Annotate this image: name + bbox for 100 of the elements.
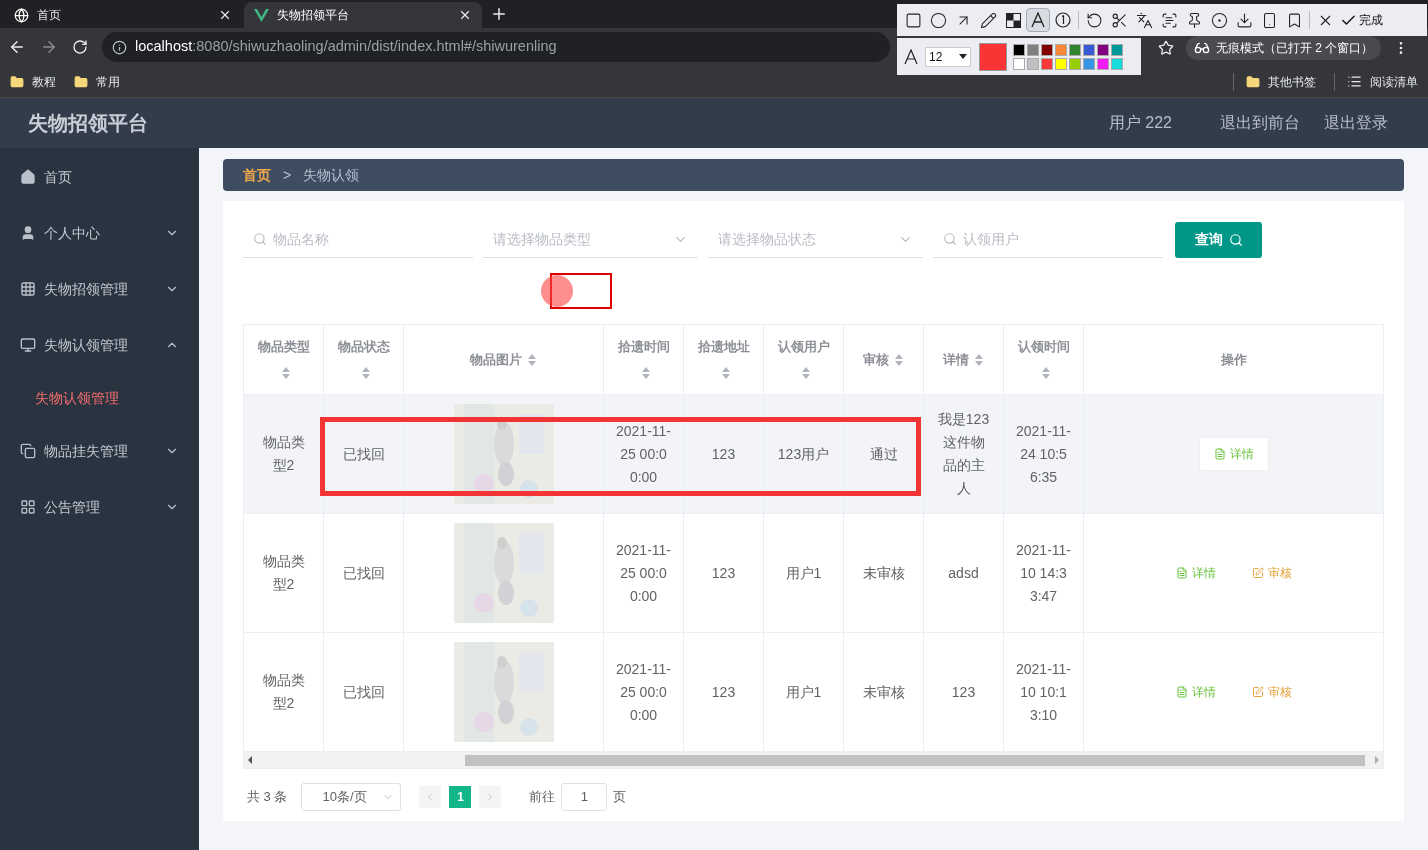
sidebar-subitem[interactable]: 失物认领管理	[0, 373, 199, 423]
query-button[interactable]: 查询	[1175, 221, 1262, 258]
document-icon	[1176, 567, 1188, 579]
close-icon[interactable]	[218, 8, 232, 22]
search-icon	[253, 232, 267, 246]
column-header[interactable]: 审核	[844, 325, 924, 394]
reading-list-button[interactable]: 阅读清单	[1334, 72, 1418, 91]
sort-icon[interactable]	[972, 353, 985, 368]
column-header: 操作	[1084, 325, 1383, 394]
table-cell-text: 用户1	[785, 682, 822, 702]
column-header[interactable]: 拾遗地址	[684, 325, 764, 394]
color-swatch[interactable]	[1069, 43, 1081, 56]
app-title: 失物招领平台	[28, 111, 148, 136]
sort-icon[interactable]	[892, 353, 905, 368]
cut-icon	[1110, 11, 1128, 29]
sort-icon[interactable]	[639, 366, 652, 381]
forward-icon[interactable]	[40, 38, 58, 56]
sort-icon[interactable]	[359, 366, 372, 381]
table-cell-text: 物品类型2	[261, 433, 306, 475]
column-header[interactable]: 认领时间	[1004, 325, 1084, 394]
folder-icon	[10, 74, 24, 89]
bookmark-item[interactable]: 教程	[10, 72, 56, 91]
sidebar-item[interactable]: 公告管理	[0, 479, 199, 535]
cursor-highlight	[541, 275, 573, 307]
color-swatch[interactable]	[1111, 43, 1123, 56]
column-header[interactable]: 物品状态	[324, 325, 404, 394]
color-swatch[interactable]	[1097, 57, 1109, 70]
sort-icon[interactable]	[279, 366, 292, 381]
page-size-select[interactable]: 10条/页	[301, 783, 402, 811]
browser-tab[interactable]: 失物招领平台	[244, 2, 482, 28]
bookmark-item[interactable]: 常用	[74, 72, 120, 91]
record-icon	[1210, 11, 1228, 29]
text-tool-icon	[1030, 12, 1046, 28]
color-swatch[interactable]	[1055, 43, 1067, 56]
table-cell-text: adsd	[948, 563, 979, 583]
close-icon[interactable]	[458, 8, 472, 22]
undo-icon	[1085, 11, 1103, 29]
pencil-icon	[979, 11, 997, 29]
color-swatch[interactable]	[1097, 43, 1109, 56]
scrollbar-thumb[interactable]	[465, 754, 1365, 766]
table-cell-text: 未审核	[862, 563, 905, 583]
address-bar[interactable]: localhost:8080/shiwuzhaoling/admin/dist/index.html#/shiwurenling	[102, 32, 890, 62]
color-swatch[interactable]	[1069, 57, 1081, 70]
breadcrumb-item[interactable]: 首页	[243, 164, 271, 186]
table-cell-text: 123用户	[777, 444, 830, 464]
table-cell-text: 2021-11-25 00:00:00	[616, 421, 671, 487]
column-header[interactable]: 物品类型	[244, 325, 324, 394]
table-cell-text: 物品类型2	[261, 671, 306, 713]
sidebar-item[interactable]: 失物认领管理	[0, 317, 199, 373]
header-link[interactable]: 退出到前台	[1220, 111, 1300, 135]
table-cell-text: 2021-11-24 10:56:35	[1016, 421, 1071, 487]
color-swatch[interactable]	[1083, 43, 1095, 56]
table-cell-text: 用户1	[785, 563, 822, 583]
color-swatch[interactable]	[1041, 57, 1053, 70]
column-header[interactable]: 物品图片	[404, 325, 604, 394]
column-header[interactable]: 详情	[924, 325, 1004, 394]
color-swatch[interactable]	[1055, 57, 1067, 70]
reload-icon[interactable]	[72, 39, 88, 55]
table-cell-text: 未审核	[862, 682, 905, 702]
table-cell-text: 123	[711, 444, 736, 464]
header-link[interactable]: 退出登录	[1324, 111, 1388, 135]
back-icon[interactable]	[8, 38, 26, 56]
sidebar-item[interactable]: 失物招领管理	[0, 261, 199, 317]
rect-icon	[904, 11, 922, 29]
circle-icon	[929, 11, 947, 29]
table-cell-text: 已找回	[342, 682, 385, 702]
sort-icon[interactable]	[1039, 366, 1052, 381]
font-size-select[interactable]: 12	[925, 46, 971, 67]
sidebar-item[interactable]: 物品挂失管理	[0, 423, 199, 479]
sort-icon[interactable]	[799, 366, 812, 381]
table-cell-text: 已找回	[342, 563, 385, 583]
color-swatch[interactable]	[1027, 43, 1039, 56]
user-name: 用户 222	[1108, 113, 1172, 133]
table-cell-text: 物品类型2	[261, 552, 306, 594]
color-swatch[interactable]	[1027, 57, 1039, 70]
horizontal-scrollbar[interactable]	[244, 752, 1383, 768]
text-tool-button[interactable]	[1026, 8, 1050, 32]
new-tab-icon[interactable]	[490, 5, 508, 23]
current-color-swatch[interactable]	[979, 42, 1007, 71]
color-swatch[interactable]	[1083, 57, 1095, 70]
column-header[interactable]: 认领用户	[764, 325, 844, 394]
edit-icon	[1252, 567, 1264, 579]
numbered-circle-icon	[1055, 12, 1071, 28]
star-icon[interactable]	[1158, 40, 1174, 56]
column-header[interactable]: 拾遗时间	[604, 325, 684, 394]
mosaic-icon	[1005, 12, 1021, 28]
table-row[interactable]: 物品类型2 已找回 2021-11-25 00:00:00 123 123用户 通过 我是123这件物品的主人 2021-11-24 10:56:35 详情	[244, 395, 1383, 514]
incognito-badge[interactable]: 无痕模式（已打开 2 个窗口）	[1186, 36, 1382, 60]
sidebar-item[interactable]: 首页	[0, 149, 199, 205]
done-button[interactable]: 完成	[1340, 11, 1383, 29]
color-swatch[interactable]	[1013, 43, 1025, 56]
sort-icon[interactable]	[525, 353, 538, 368]
goto-page-field[interactable]: 1	[561, 783, 608, 811]
color-swatch[interactable]	[1111, 57, 1123, 70]
goto-label: 前往	[529, 788, 556, 807]
sort-icon[interactable]	[719, 366, 732, 381]
bookmark-item[interactable]: 其他书签	[1233, 72, 1316, 91]
color-swatch[interactable]	[1013, 57, 1025, 70]
sidebar-item[interactable]: 个人中心	[0, 205, 199, 261]
color-swatch[interactable]	[1041, 43, 1053, 56]
